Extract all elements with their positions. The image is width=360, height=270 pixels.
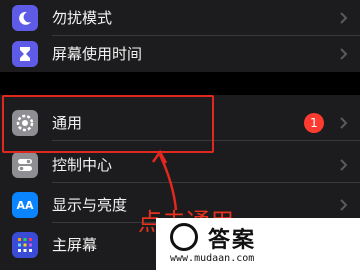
settings-row-label: 屏幕使用时间	[52, 45, 143, 63]
chevron-right-icon	[340, 199, 348, 211]
section-gap	[0, 72, 360, 95]
settings-row-label: 主屏幕	[52, 236, 98, 254]
hourglass-icon	[12, 41, 38, 67]
notification-badge: 1	[304, 113, 324, 133]
row-separator	[52, 182, 360, 183]
chevron-right-icon	[340, 48, 348, 60]
watermark-logo-icon	[170, 223, 198, 251]
settings-row-label: 显示与亮度	[52, 196, 128, 214]
watermark-panel: 答案 www.mudaan.com	[156, 218, 360, 270]
toggles-icon	[12, 152, 38, 178]
settings-row-screen-time[interactable]: 屏幕使用时间	[0, 36, 360, 72]
moon-icon	[12, 5, 38, 31]
watermark-title: 答案	[208, 228, 257, 253]
watermark-url: www.mudaan.com	[170, 253, 255, 264]
chevron-right-icon	[340, 117, 348, 129]
settings-row-do-not-disturb[interactable]: 勿扰模式	[0, 0, 360, 36]
text-size-icon: AA	[12, 192, 38, 218]
chevron-right-icon	[340, 12, 348, 24]
app-grid-icon	[12, 232, 38, 258]
chevron-right-icon	[340, 159, 348, 171]
highlight-box	[2, 95, 214, 153]
settings-group-focus: 勿扰模式 屏幕使用时间	[0, 0, 360, 72]
settings-row-label: 勿扰模式	[52, 9, 113, 27]
